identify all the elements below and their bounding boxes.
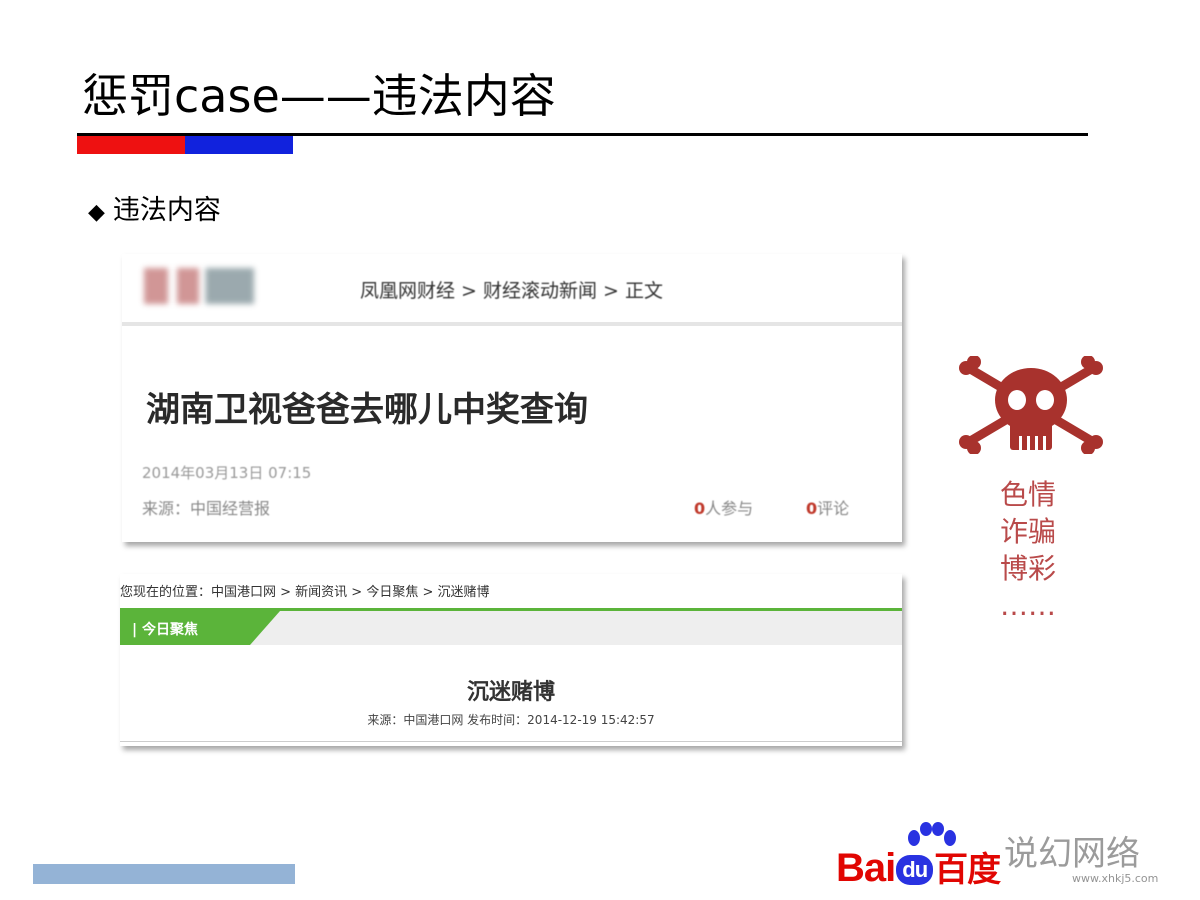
- card2-headline: 沉迷赌博: [466, 680, 555, 705]
- news-screenshot-2: 您现在的位置：中国港口网 > 新闻资讯 > 今日聚焦 > 沉迷赌博 | 今日聚焦…: [120, 574, 902, 746]
- baidu-logo-cn: 百度: [934, 851, 1001, 889]
- category-porn: 色情: [1000, 478, 1057, 511]
- category-gambling: 博彩: [1000, 552, 1057, 585]
- baidu-logo-du: du: [896, 855, 934, 886]
- participants-label: 人参与: [705, 499, 754, 518]
- skull-crossbones-icon: [959, 356, 1103, 454]
- baidu-logo: Bai du 百度: [836, 842, 1001, 891]
- watermark-url: www.xhkj5.com: [1072, 872, 1159, 885]
- comments-label: 评论: [817, 499, 850, 518]
- card2-breadcrumb: 您现在的位置：中国港口网 > 新闻资讯 > 今日聚焦 > 沉迷赌博: [120, 585, 490, 600]
- card1-source: 来源：中国经营报: [142, 499, 271, 518]
- card1-participants: 0人参与: [694, 495, 753, 519]
- news-screenshot-1: 凤凰网财经 > 财经滚动新闻 > 正文 湖南卫视爸爸去哪儿中奖查询 2014年0…: [122, 254, 902, 542]
- title-accent-red: [77, 136, 185, 154]
- card1-divider: [122, 322, 902, 326]
- baidu-logo-bai: Bai: [836, 846, 896, 890]
- bullet-item: ◆ 违法内容: [88, 193, 221, 231]
- slide-title: 惩罚case——违法内容: [82, 69, 556, 123]
- category-ellipsis: ……: [1000, 589, 1056, 622]
- participants-count: 0: [694, 499, 706, 518]
- site-logo-blurred: [144, 268, 254, 304]
- bullet-text: 违法内容: [112, 195, 221, 226]
- card2-bottom-rule: [120, 741, 902, 742]
- bullet-diamond-icon: ◆: [88, 200, 105, 225]
- card2-tab-label: | 今日聚焦: [132, 622, 198, 638]
- card1-comments: 0评论: [806, 495, 849, 519]
- card1-breadcrumb: 凤凰网财经 > 财经滚动新闻 > 正文: [360, 280, 663, 302]
- comments-count: 0: [806, 499, 818, 518]
- card1-headline: 湖南卫视爸爸去哪儿中奖查询: [146, 390, 588, 430]
- card1-date: 2014年03月13日 07:15: [142, 464, 312, 482]
- footer-bar: [33, 864, 295, 884]
- category-fraud: 诈骗: [1000, 515, 1057, 548]
- title-accent-blue: [185, 136, 293, 154]
- card2-meta: 来源：中国港口网 发布时间：2014-12-19 15:42:57: [367, 713, 655, 727]
- watermark: 说幻网络: [1004, 834, 1140, 874]
- violation-categories: 色情 诈骗 博彩 ……: [1000, 476, 1056, 624]
